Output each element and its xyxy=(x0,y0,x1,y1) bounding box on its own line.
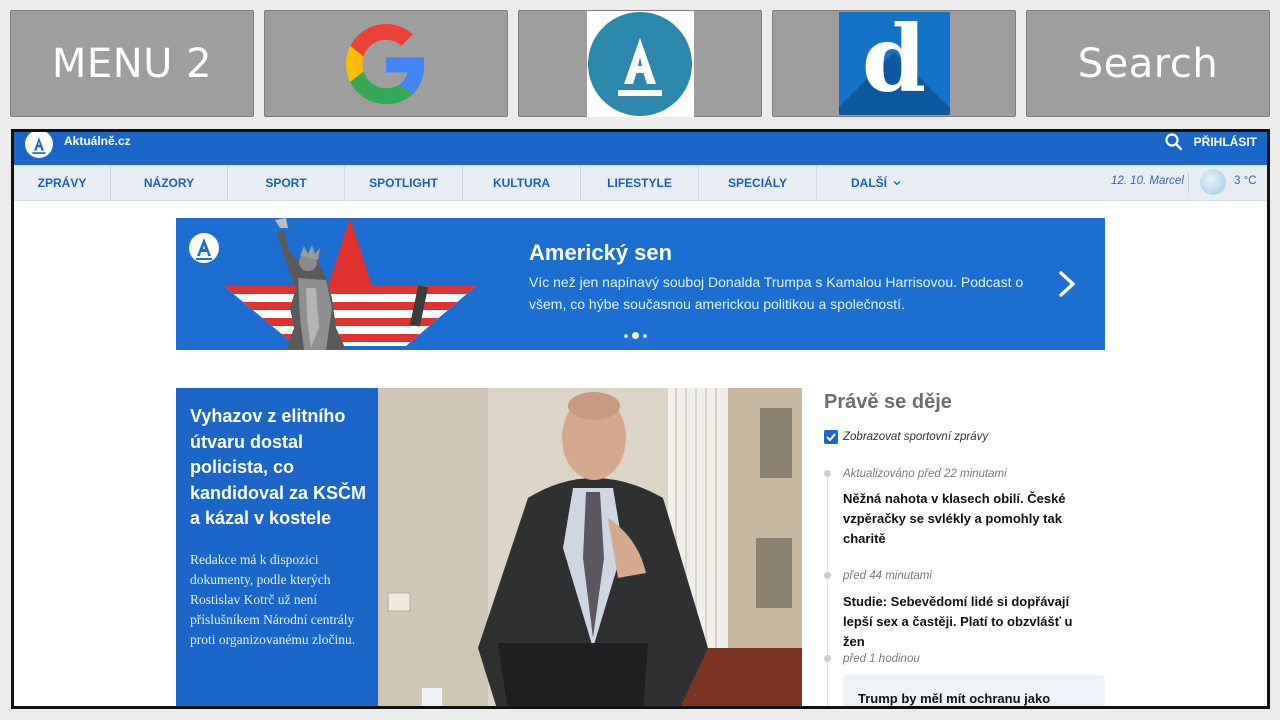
promo-description: Víc než jen napínavý souboj Donalda Trum… xyxy=(529,274,1024,312)
search-button[interactable]: Search xyxy=(1026,10,1270,117)
nav-item-spotlight[interactable]: SPOTLIGHT xyxy=(345,165,463,201)
nav-divider xyxy=(1188,173,1189,193)
login-link[interactable]: PŘIHLÁSIT xyxy=(1194,135,1257,149)
google-button[interactable] xyxy=(264,10,508,117)
nav-item-lifestyle[interactable]: LIFESTYLE xyxy=(581,165,699,201)
lead-article-title[interactable]: Vyhazov z elitního útvaru dostal policis… xyxy=(190,404,370,532)
site-name[interactable]: Aktuálně.cz xyxy=(64,134,131,148)
live-feed-title: Právě se děje xyxy=(824,391,952,413)
checkmark-icon xyxy=(826,433,836,442)
chevron-down-icon xyxy=(893,181,901,186)
news-card[interactable]: Trump by měl mít ochranu jako xyxy=(843,675,1105,706)
timeline-dot xyxy=(824,655,831,662)
site-logo-icon[interactable] xyxy=(22,130,56,158)
lead-article-box[interactable]: Vyhazov z elitního útvaru dostal policis… xyxy=(176,388,378,706)
nav-item-zpravy[interactable]: ZPRÁVY xyxy=(14,165,111,201)
denik-button[interactable]: d xyxy=(772,10,1016,117)
nav-item-specialy[interactable]: SPECIÁLY xyxy=(699,165,817,201)
weather-icon xyxy=(1200,169,1226,195)
nav-item-sport[interactable]: SPORT xyxy=(228,165,345,201)
lead-article-perex: Redakce má k dispozici dokumenty, podle … xyxy=(190,552,356,647)
news-headline[interactable]: Studie: Sebevědomí lidé si dopřávají lep… xyxy=(843,592,1083,652)
carousel-dot[interactable] xyxy=(624,333,628,338)
menu-2-button[interactable]: MENU 2 xyxy=(10,10,254,117)
sport-news-checkbox-label[interactable]: Zobrazovat sportovní zprávy xyxy=(843,431,988,443)
podcast-promo-banner[interactable]: Americký sen Víc než jen napínavý souboj… xyxy=(176,218,1105,350)
promo-title: Americký sen xyxy=(529,240,673,265)
news-time: před 1 hodinou xyxy=(843,653,920,665)
main-nav: ZPRÁVY NÁZORY SPORT SPOTLIGHT KULTURA LI… xyxy=(14,165,1267,201)
timeline-dot xyxy=(824,572,831,579)
carousel-dot-active[interactable] xyxy=(632,332,639,339)
search-label: Search xyxy=(1077,40,1219,87)
timeline-dot xyxy=(824,470,831,477)
news-headline[interactable]: Trump by měl mít ochranu jako xyxy=(858,689,1098,706)
nav-item-nazory[interactable]: NÁZORY xyxy=(111,165,228,201)
browser-viewport: Aktuálně.cz PŘIHLÁSIT ZPRÁVY NÁZORY SPOR… xyxy=(11,129,1270,709)
aktualne-button[interactable] xyxy=(518,10,762,117)
aktualne-logo-icon xyxy=(586,10,694,117)
menu-2-label: MENU 2 xyxy=(51,40,213,87)
temperature: 3 °C xyxy=(1234,175,1257,187)
site-header: Aktuálně.cz PŘIHLÁSIT xyxy=(14,132,1267,165)
news-time: Aktualizováno před 22 minutami xyxy=(843,468,1007,480)
sport-news-checkbox[interactable] xyxy=(824,430,838,444)
carousel-dots xyxy=(624,332,647,339)
timeline-line xyxy=(827,477,828,706)
news-time: před 44 minutami xyxy=(843,570,932,582)
carousel-dot[interactable] xyxy=(643,333,647,338)
nav-item-dalsi[interactable]: DALŠÍ xyxy=(817,165,935,201)
google-icon xyxy=(346,23,425,104)
statue-of-liberty-illustration xyxy=(189,218,476,350)
news-headline[interactable]: Něžná nahota v klasech obilí. České vzpě… xyxy=(843,489,1083,549)
date-nameday: 12. 10. Marcel xyxy=(1111,175,1184,187)
chevron-right-icon[interactable] xyxy=(1056,270,1078,298)
d-logo-icon: d xyxy=(838,12,950,115)
launcher-bar: MENU 2 d Search xyxy=(0,0,1280,126)
lead-article-photo[interactable] xyxy=(378,388,802,706)
nav-item-kultura[interactable]: KULTURA xyxy=(463,165,581,201)
search-icon[interactable] xyxy=(1165,133,1183,151)
